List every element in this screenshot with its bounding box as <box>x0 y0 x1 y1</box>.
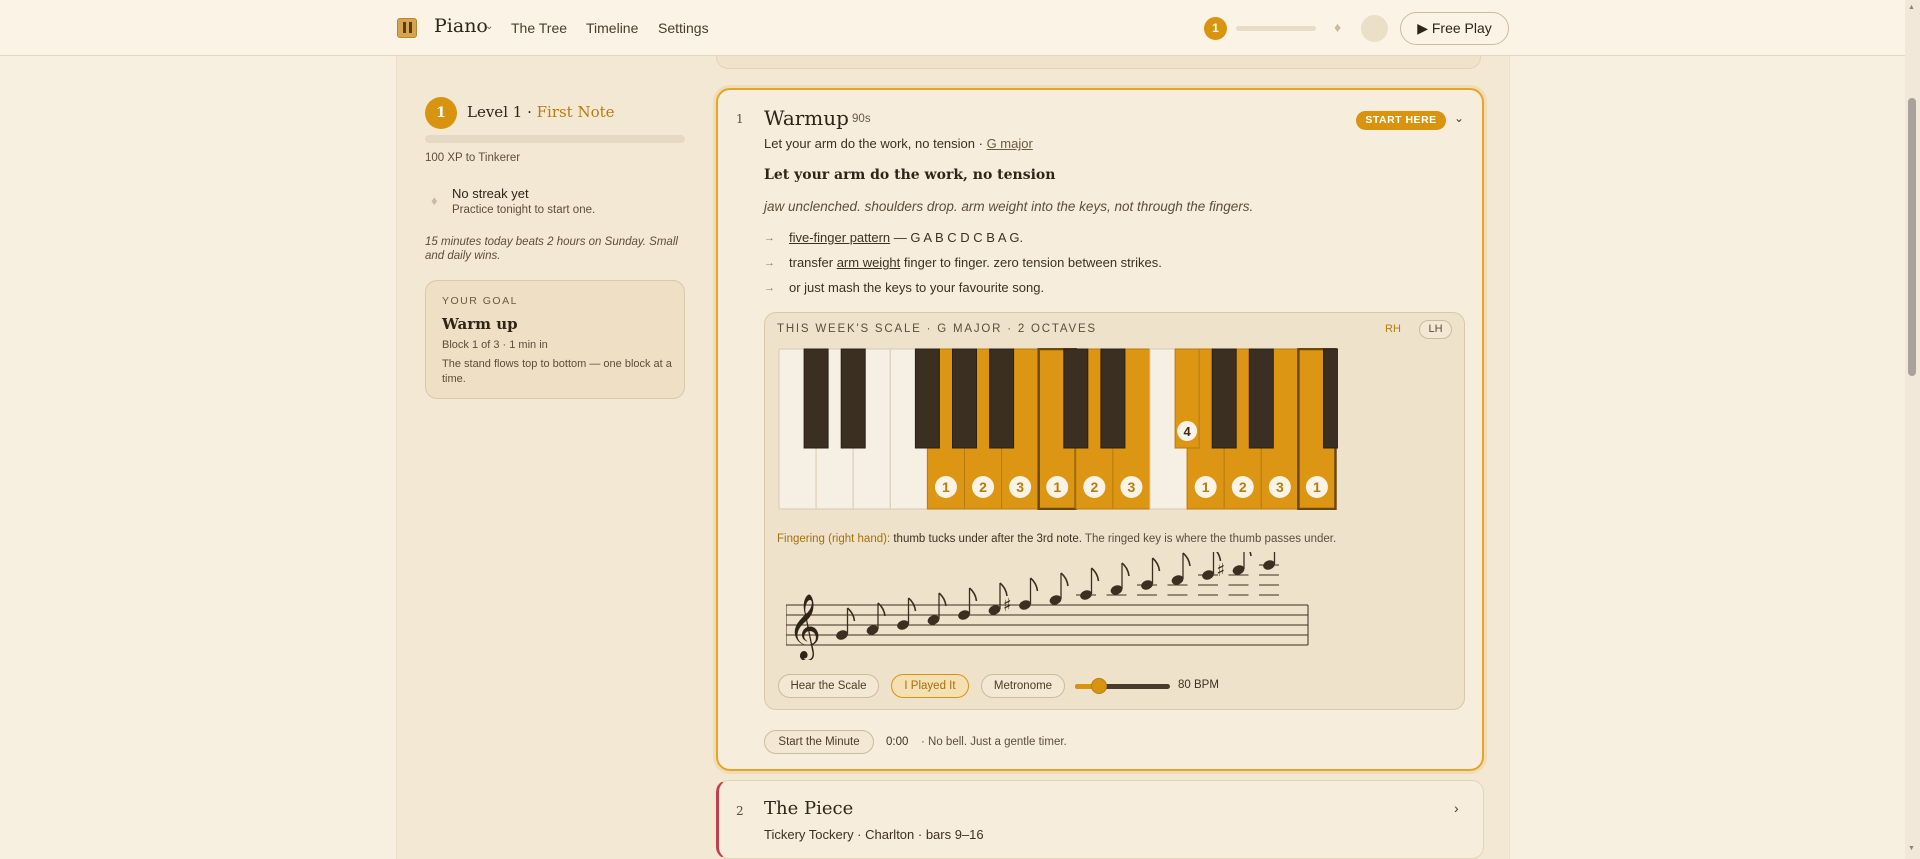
level-progress-bar <box>425 135 685 143</box>
nav-timeline[interactable]: Timeline <box>586 20 638 36</box>
goal-description: The stand flows top to bottom — one bloc… <box>442 358 672 385</box>
piece-card[interactable] <box>716 780 1484 859</box>
cue-italic: jaw unclenched. shoulders drop. arm weig… <box>764 199 1254 214</box>
card-subtitle: Let your arm do the work, no tension · G… <box>764 136 1033 151</box>
start-minute-button[interactable]: Start the Minute <box>764 730 874 754</box>
key-link[interactable]: G major <box>987 136 1033 151</box>
note-flag <box>968 587 978 602</box>
scale-label: THIS WEEK'S SCALE · G MAJOR · 2 OCTAVES <box>777 323 1097 335</box>
black-key[interactable] <box>989 348 1015 449</box>
scroll-up-arrow-icon[interactable]: ▲ <box>1908 4 1915 11</box>
finger-number: 2 <box>1090 479 1098 495</box>
black-key[interactable] <box>1323 348 1339 449</box>
level-badge: 1 <box>425 97 457 129</box>
piano-logo-icon[interactable] <box>397 18 417 38</box>
hear-scale-button[interactable]: Hear the Scale <box>778 674 879 698</box>
streak-subtitle: Practice tonight to start one. <box>452 204 596 216</box>
top-bar: Piano ⌄ The Tree Timeline Settings 1 ♦ ▶… <box>0 0 1905 56</box>
flame-icon: ♦ <box>431 193 438 208</box>
start-here-badge: START HERE <box>1356 111 1446 130</box>
finger-number: 3 <box>1016 479 1024 495</box>
goal-label: YOUR GOAL <box>442 295 518 307</box>
finger-number: 2 <box>979 479 987 495</box>
chevron-down-icon[interactable]: ⌄ <box>1454 111 1464 125</box>
metronome-button[interactable]: Metronome <box>981 674 1065 698</box>
black-key[interactable] <box>1100 348 1126 449</box>
bpm-readout: 80 BPM <box>1178 679 1219 691</box>
brand-title[interactable]: Piano <box>434 15 488 37</box>
black-key[interactable] <box>952 348 977 449</box>
goal-title: Warm up <box>442 315 518 333</box>
xp-level-badge: 1 <box>1204 17 1227 40</box>
streak-title: No streak yet <box>452 186 529 201</box>
card-duration: · 90s <box>845 113 871 125</box>
piece-subtitle: Tickery Tockery · Charlton · bars 9–16 <box>764 827 984 842</box>
finger-number: 1 <box>1202 479 1210 495</box>
fingering-note: Fingering (right hand): thumb tucks unde… <box>777 533 1337 545</box>
scroll-down-arrow-icon[interactable]: ▼ <box>1908 845 1915 852</box>
avatar[interactable] <box>1361 15 1388 42</box>
music-staff: 𝄞 ♯ ♯ <box>786 552 1309 660</box>
xp-progress-bar <box>1236 26 1316 31</box>
card-number: 1 <box>736 112 744 126</box>
timer-readout: 0:00 <box>886 736 909 748</box>
note-flag <box>1090 567 1100 582</box>
flame-icon: ♦ <box>1334 19 1342 35</box>
finger-number: 3 <box>1276 479 1284 495</box>
chevron-down-icon[interactable]: ⌄ <box>485 21 493 32</box>
i-played-it-button[interactable]: I Played It <box>891 674 969 698</box>
finger-number: 3 <box>1128 479 1136 495</box>
chevron-right-icon[interactable]: › <box>1454 800 1459 816</box>
term-link[interactable]: arm weight <box>837 255 901 270</box>
card-title: The Piece <box>764 798 854 819</box>
goal-card: YOUR GOAL Warm up Block 1 of 3 · 1 min i… <box>425 280 685 399</box>
nav-the-tree[interactable]: The Tree <box>511 20 567 36</box>
cue-heading: Let your arm do the work, no tension <box>764 167 1056 183</box>
black-key[interactable] <box>1211 348 1237 449</box>
note-flag <box>1151 557 1161 572</box>
black-key[interactable] <box>914 348 940 449</box>
sharp-sign-icon: ♯ <box>1217 560 1226 581</box>
level-title: Level 1 · First Note <box>467 103 615 121</box>
arrow-right-icon: → <box>764 282 775 294</box>
timer-note: · No bell. Just a gentle timer. <box>921 736 1067 748</box>
arrow-right-icon: → <box>764 232 775 244</box>
nav-settings[interactable]: Settings <box>658 20 709 36</box>
note-flag <box>1249 552 1252 557</box>
scrollbar-thumb[interactable] <box>1908 98 1916 376</box>
black-key[interactable] <box>1248 348 1274 449</box>
note-flag <box>1060 572 1069 587</box>
finger-number: 1 <box>1053 479 1061 495</box>
card-title: Warmup <box>764 106 849 130</box>
black-key[interactable] <box>840 348 866 449</box>
level-name: First Note <box>536 103 615 121</box>
xp-to-next: 100 XP to Tinkerer <box>425 152 521 164</box>
note-flag <box>938 592 947 607</box>
note-flag <box>1121 562 1130 577</box>
arrow-right-icon: → <box>764 257 775 269</box>
finger-number: 1 <box>1313 479 1321 495</box>
practice-tip: 15 minutes today beats 2 hours on Sunday… <box>425 236 678 262</box>
bpm-slider-thumb[interactable] <box>1090 678 1107 694</box>
left-hand-toggle[interactable]: LH <box>1419 320 1452 339</box>
free-play-button[interactable]: ▶ Free Play <box>1400 12 1509 45</box>
black-key[interactable] <box>1063 348 1089 449</box>
treble-clef-icon: 𝄞 <box>788 594 821 660</box>
goal-meta: Block 1 of 3 · 1 min in <box>442 339 548 351</box>
black-key[interactable] <box>803 348 829 449</box>
finger-number: 2 <box>1239 479 1247 495</box>
term-link[interactable]: five-finger pattern <box>789 230 890 245</box>
finger-number: 1 <box>942 479 950 495</box>
note-flag <box>1182 552 1191 567</box>
note-flag <box>1029 577 1039 592</box>
sharp-sign-icon: ♯ <box>1003 595 1012 616</box>
right-hand-toggle[interactable]: RH <box>1385 323 1401 335</box>
piano-keyboard[interactable]: 1 2 3 1 2 3 1 2 3 1 4 <box>778 348 1338 510</box>
finger-number: 4 <box>1183 424 1191 439</box>
card-number: 2 <box>736 804 744 818</box>
